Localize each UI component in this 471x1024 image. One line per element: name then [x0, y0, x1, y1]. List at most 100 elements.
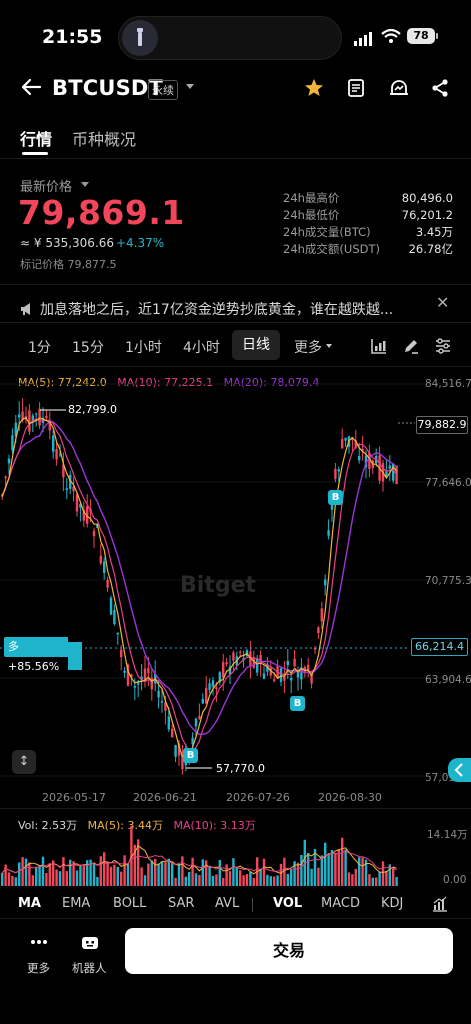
indicator-settings-icon[interactable] — [434, 337, 452, 359]
volume-bar — [208, 866, 211, 886]
more-dots-icon[interactable] — [30, 934, 48, 953]
indicator-ema[interactable]: EMA — [62, 896, 90, 911]
candle-body — [205, 687, 208, 704]
volume-bar — [252, 877, 255, 886]
indicator-sar[interactable]: SAR — [168, 896, 194, 911]
volume-bar — [1, 873, 4, 886]
island-flashlight-icon — [122, 20, 158, 56]
price-alert-icon[interactable] — [388, 78, 410, 102]
draw-tool-icon[interactable] — [402, 337, 420, 359]
timeframe-15m[interactable]: 15分 — [72, 337, 104, 357]
candle-body — [273, 679, 276, 682]
divider — [0, 284, 471, 285]
price-type-dropdown-icon[interactable] — [81, 182, 89, 187]
share-icon[interactable] — [430, 78, 450, 102]
candle-body — [103, 561, 106, 573]
volume-bar — [14, 877, 17, 886]
side-panel-tab-icon[interactable] — [448, 758, 471, 782]
candle-body — [133, 686, 136, 688]
candle-body — [11, 435, 14, 451]
volume-bar — [18, 862, 21, 886]
indicator-kdj[interactable]: KDJ — [381, 896, 403, 911]
indicator-vol[interactable]: VOL — [273, 896, 302, 911]
volume-bar — [150, 860, 153, 886]
candle-body — [330, 504, 334, 510]
volume-bar — [381, 861, 385, 886]
timeframe-1h[interactable]: 1小时 — [125, 337, 162, 357]
close-icon[interactable]: ✕ — [436, 293, 449, 312]
candle-body — [160, 701, 164, 703]
more-label[interactable]: 更多 — [27, 960, 50, 976]
buy-marker[interactable]: B — [328, 490, 343, 505]
volume-bar — [283, 857, 286, 886]
candle-body — [65, 488, 68, 491]
volume-bar — [296, 862, 300, 886]
volume-bar — [28, 862, 31, 886]
star-favorite-icon[interactable] — [304, 78, 324, 102]
candle-body — [7, 458, 11, 464]
stat-24h-turnover: 24h成交额(USDT) 26.78亿 — [283, 241, 453, 258]
trade-button[interactable]: 交易 — [125, 928, 453, 974]
divider — [0, 322, 471, 323]
candle-body — [4, 476, 7, 479]
volume-bar — [113, 864, 116, 886]
low-price-label: 57,770.0 — [216, 762, 265, 775]
tab-coin-overview[interactable]: 币种概况 — [72, 126, 136, 150]
divider — [0, 158, 471, 159]
volume-bar — [286, 873, 289, 886]
back-arrow-icon[interactable] — [20, 76, 42, 102]
volume-bar — [181, 856, 184, 886]
volume-bar — [41, 856, 45, 886]
volume-bar — [266, 874, 269, 886]
volume-bar — [167, 858, 170, 886]
timeframe-1m[interactable]: 1分 — [28, 337, 51, 357]
pair-dropdown-icon[interactable] — [186, 84, 194, 89]
candle-body — [290, 677, 293, 681]
position-badge[interactable]: 多+85.56% — [4, 637, 68, 673]
indicator-avl[interactable]: AVL — [215, 896, 239, 911]
timeframe-more[interactable]: 更多 — [294, 337, 322, 357]
indicator-settings-icon[interactable] — [432, 896, 448, 916]
volume-bar — [99, 856, 102, 886]
robot-icon[interactable] — [80, 934, 100, 956]
indicator-ma[interactable]: MA — [18, 896, 41, 911]
timeframe-more-caret[interactable] — [326, 344, 332, 348]
indicator-macd[interactable]: MACD — [321, 896, 360, 911]
candlestick-chart[interactable]: Bitget — [0, 370, 471, 790]
stat-24h-low: 24h最低价 76,201.2 — [283, 207, 453, 224]
volume-bar — [11, 875, 14, 886]
indicator-boll[interactable]: BOLL — [113, 896, 146, 911]
stat-label: 24h成交量(BTC) — [283, 225, 371, 239]
expand-chart-icon[interactable]: ↕ — [12, 750, 36, 774]
candle-body — [198, 716, 201, 719]
news-ticker[interactable]: 加息落地之后，近17亿资金逆势抄底黄金，谁在越跌越... — [40, 299, 400, 319]
volume-chart — [1, 826, 398, 886]
robot-label[interactable]: 机器人 — [72, 960, 107, 976]
candle-body — [327, 530, 330, 536]
volume-bar — [232, 858, 235, 886]
date-label: 2026-07-26 — [226, 791, 290, 804]
volume-bar — [239, 870, 242, 886]
buy-marker[interactable]: B — [183, 748, 198, 763]
timeframe-1d[interactable]: 日线 — [232, 330, 280, 360]
high-price-label: 82,799.0 — [68, 403, 117, 416]
tab-market[interactable]: 行情 — [20, 126, 52, 150]
stat-label: 24h成交额(USDT) — [283, 242, 380, 256]
volume-bar — [120, 871, 123, 886]
volume-bar — [106, 862, 109, 886]
notes-icon[interactable] — [346, 78, 366, 102]
megaphone-icon — [19, 301, 35, 321]
indicator-separator — [252, 898, 253, 912]
candle-body — [337, 469, 340, 472]
candle-body — [55, 449, 58, 460]
timeframe-4h[interactable]: 4小时 — [183, 337, 220, 357]
buy-marker[interactable]: B — [290, 696, 305, 711]
volume-bar — [7, 872, 11, 886]
volume-bar — [31, 875, 34, 886]
volume-bar — [160, 861, 164, 886]
chart-style-icon[interactable] — [370, 337, 388, 359]
candle-body — [222, 662, 225, 678]
stat-24h-volume: 24h成交量(BTC) 3.45万 — [283, 224, 453, 241]
volume-bar — [157, 863, 160, 886]
pair-title[interactable]: BTCUSDT — [52, 76, 163, 100]
